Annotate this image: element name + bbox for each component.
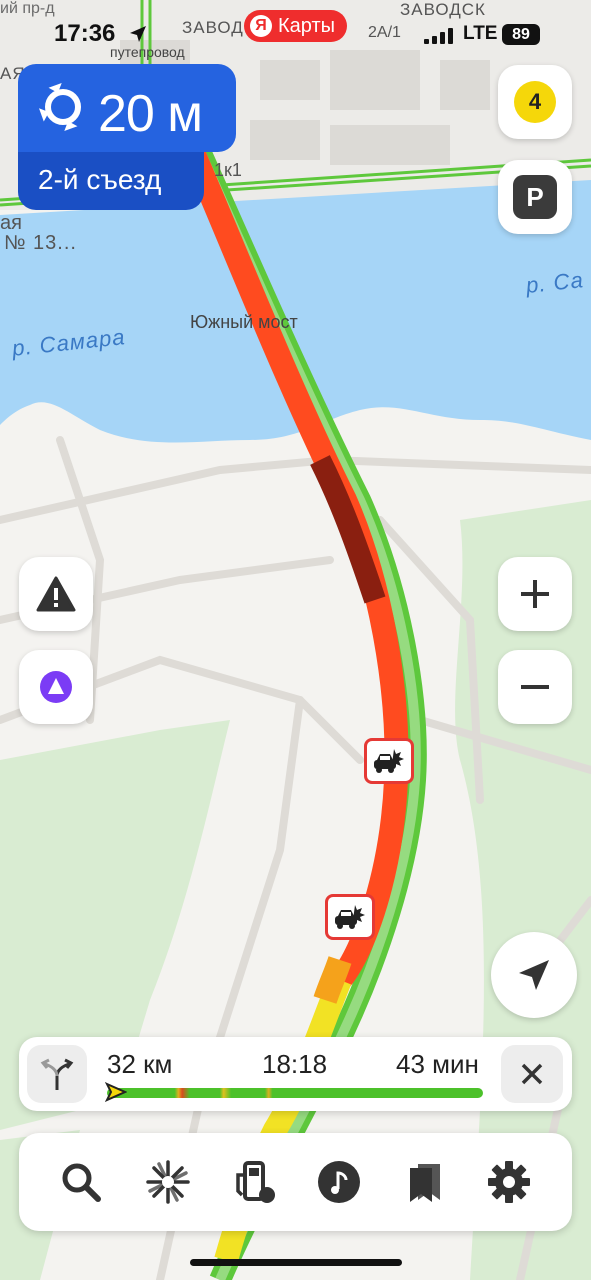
close-icon [521,1063,543,1085]
yandex-logo-icon: Я [250,15,272,37]
signal-icon [424,28,454,44]
close-route-button[interactable] [501,1045,563,1103]
route-fork-icon [40,1058,74,1090]
bottom-toolbar [19,1133,572,1231]
route-duration: 43 мин [396,1049,479,1079]
car-crash-icon [335,905,365,929]
route-summary-bar[interactable]: 32 км 18:18 43 мин [19,1037,572,1111]
arrival-time: 18:18 [262,1049,328,1079]
traffic-score-badge: 4 [514,81,556,123]
search-button[interactable] [57,1158,105,1206]
alternative-routes-button[interactable] [27,1045,87,1103]
home-indicator [190,1259,402,1266]
map-label-bridge: Южный мост [190,312,298,332]
status-time: 17:36 [54,20,116,47]
search-icon [62,1163,101,1202]
car-crash-icon [374,749,404,773]
location-arrow-icon [130,26,146,42]
current-position-icon [105,1082,127,1102]
settings-button[interactable] [485,1158,533,1206]
report-incident-button[interactable] [19,557,93,631]
minus-icon [521,685,549,689]
discover-button[interactable] [144,1158,192,1206]
navigation-arrow-icon [519,960,549,990]
music-button[interactable] [315,1158,363,1206]
music-note-icon [318,1161,360,1203]
my-location-button[interactable] [491,932,577,1018]
fuel-button[interactable] [230,1158,278,1206]
app-badge-label: Карты [278,14,335,37]
status-bar: 17:36 Я Карты LTE 89 [0,0,591,64]
warning-icon [36,576,76,612]
map-label-13: № 13... [4,232,77,254]
network-type: LTE [463,23,498,44]
maneuver-distance: 20 м [98,85,203,143]
gear-icon [488,1161,530,1203]
bookmarks-icon [410,1164,440,1202]
parking-icon: P [513,175,557,219]
battery-level: 89 [502,24,540,45]
alice-assistant-button[interactable] [19,650,93,724]
route-distance: 32 км [107,1049,173,1079]
sparkle-icon [146,1160,190,1204]
maneuver-panel[interactable]: 20 м 2-й съезд [18,64,236,210]
traffic-score-value: 4 [528,89,542,114]
bookmarks-button[interactable] [400,1158,448,1206]
yandex-maps-badge: Я Карты [244,10,347,42]
traffic-score-button[interactable]: 4 [498,65,572,139]
parking-button[interactable]: P [498,160,572,234]
route-progress-track [107,1088,483,1098]
maneuver-exit: 2-й съезд [38,164,162,195]
gas-station-icon [236,1161,275,1203]
plus-icon [521,580,549,608]
zoom-in-button[interactable] [498,557,572,631]
alice-icon [40,671,72,703]
roundabout-icon [38,82,81,132]
zoom-out-button[interactable] [498,650,572,724]
traffic-accident-marker[interactable] [364,738,414,784]
traffic-accident-marker[interactable] [325,894,375,940]
